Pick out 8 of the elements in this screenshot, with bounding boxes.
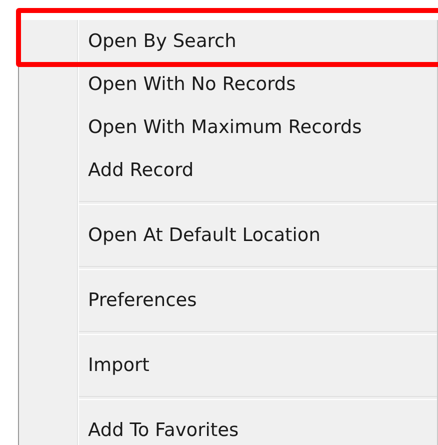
menu-item[interactable]: Open At Default Location — [19, 214, 437, 257]
menu-item[interactable]: Add To Favorites — [19, 409, 437, 445]
menu-item[interactable]: Add Record — [19, 149, 437, 192]
menu-item[interactable]: Preferences — [19, 279, 437, 322]
menu-item[interactable]: Open By Search — [19, 20, 437, 63]
menu-item[interactable]: Import — [19, 344, 437, 387]
menu-item[interactable]: Open With No Records — [19, 63, 437, 106]
menu-item[interactable]: Open With Maximum Records — [19, 106, 437, 149]
